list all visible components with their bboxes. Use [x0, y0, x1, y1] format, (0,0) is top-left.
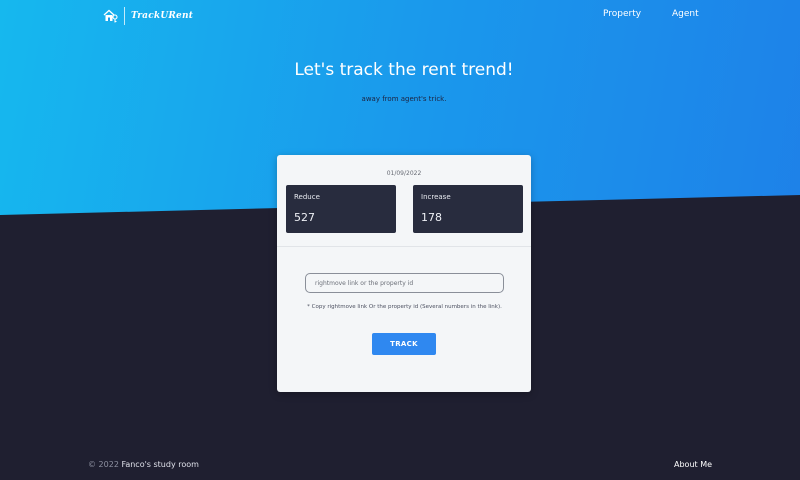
brand-name: TrackURent [131, 11, 194, 21]
stats-date: 01/09/2022 [386, 170, 422, 177]
track-card: 01/09/2022 Reduce 527 Increase 178 * Cop… [277, 155, 531, 392]
track-button[interactable]: TRACK [372, 333, 436, 355]
increase-count: 178 [421, 211, 442, 224]
about-me-link[interactable]: About Me [674, 460, 712, 469]
reduce-count: 527 [294, 211, 315, 224]
hero-title: Let's track the rent trend! [294, 60, 514, 80]
reduce-stat-box: Reduce 527 [286, 185, 396, 233]
footer-copyright: © 2022 Fanco's study room [88, 460, 199, 469]
brand-separator [124, 7, 125, 25]
copyright-text: © 2022 [88, 460, 119, 469]
increase-label: Increase [421, 193, 451, 201]
property-link-input[interactable] [305, 273, 504, 293]
card-divider [277, 246, 531, 247]
navbar: TrackURent Property Agent [0, 0, 800, 32]
brand-logo-link[interactable]: TrackURent [103, 6, 193, 26]
hero-subtitle: away from agent's trick. [361, 95, 447, 103]
input-hint: * Copy rightmove link Or the property id… [307, 304, 502, 310]
footer-owner: Fanco's study room [121, 460, 199, 469]
nav-link-agent[interactable]: Agent [672, 9, 699, 19]
reduce-label: Reduce [294, 193, 320, 201]
nav-link-property[interactable]: Property [603, 9, 641, 19]
house-key-icon [103, 8, 119, 24]
increase-stat-box: Increase 178 [413, 185, 523, 233]
